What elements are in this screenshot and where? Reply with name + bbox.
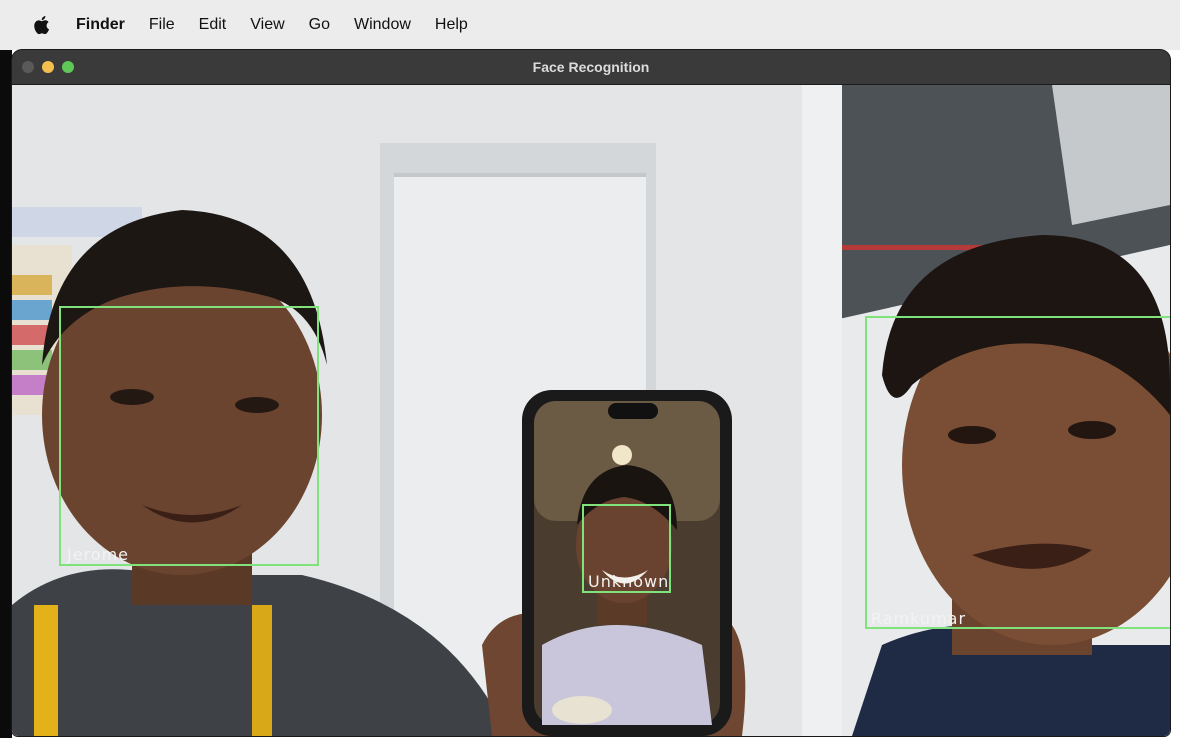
face-label-ramkumar: Ramkumar	[871, 609, 967, 628]
menu-go[interactable]: Go	[309, 0, 330, 50]
menu-bar: Finder File Edit View Go Window Help	[0, 0, 1180, 50]
desktop-edge	[0, 0, 12, 738]
camera-feed: Jerome Unknown Ramkumar	[12, 85, 1170, 736]
menu-help[interactable]: Help	[435, 0, 468, 50]
window-titlebar[interactable]: Face Recognition	[12, 50, 1170, 85]
face-box-ramkumar	[865, 316, 1170, 629]
face-label-jerome: Jerome	[67, 545, 130, 564]
menu-app-finder[interactable]: Finder	[76, 0, 125, 50]
menu-edit[interactable]: Edit	[199, 0, 227, 50]
face-label-unknown: Unknown	[588, 572, 670, 591]
face-box-jerome	[59, 306, 319, 566]
window-title: Face Recognition	[532, 59, 650, 75]
menu-view[interactable]: View	[250, 0, 284, 50]
apple-logo-icon[interactable]	[34, 15, 52, 35]
menu-file[interactable]: File	[149, 0, 175, 50]
face-recognition-window: Face Recognition Jerome Unknown Ramkumar	[12, 50, 1170, 736]
menu-window[interactable]: Window	[354, 0, 411, 50]
